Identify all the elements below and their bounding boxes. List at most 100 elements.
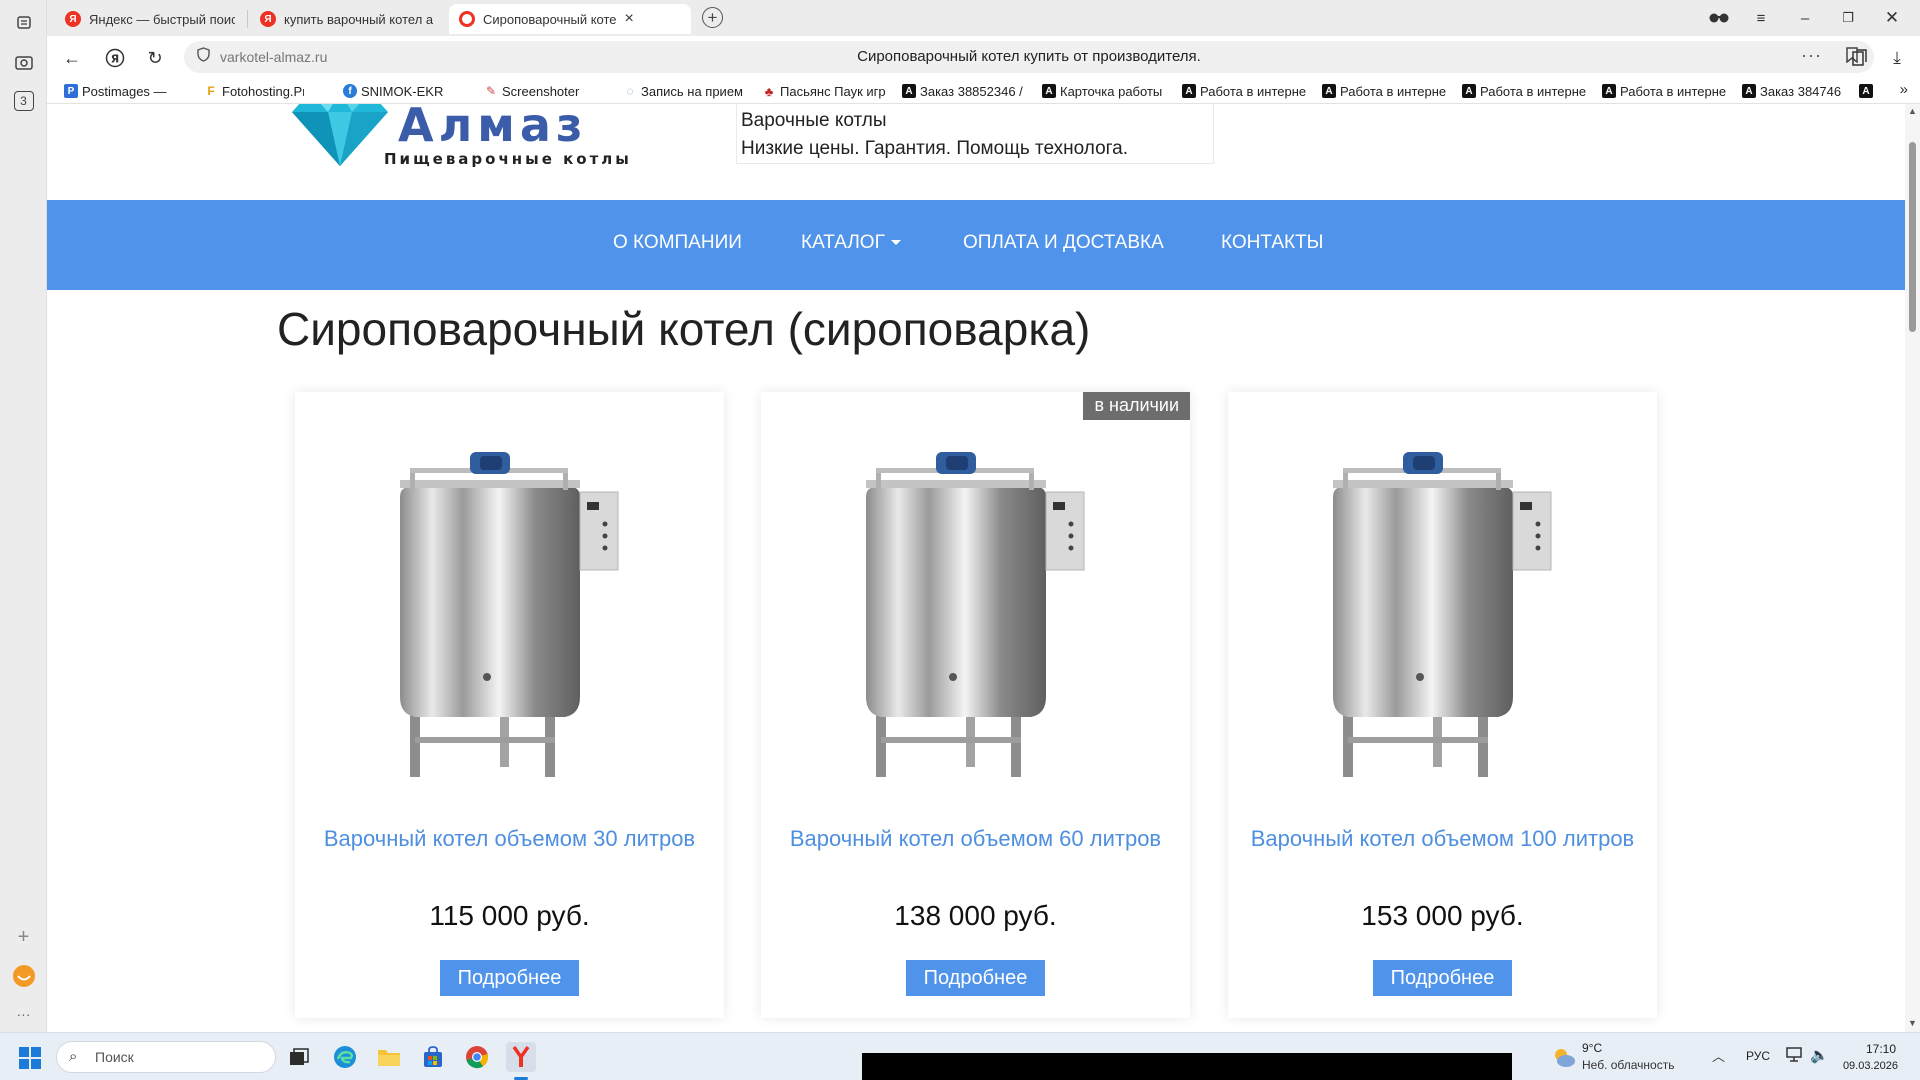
taskbar-overlay	[862, 1053, 1512, 1080]
bookmark-item[interactable]: A Заказ 38852346 /	[902, 82, 1032, 100]
network-icon[interactable]	[1785, 1046, 1803, 1066]
chrome-icon[interactable]	[462, 1042, 492, 1072]
site-logo[interactable]: Алмаз Пищеварочные котлы	[292, 104, 629, 172]
clock-date[interactable]: 09.03.2026	[1843, 1060, 1898, 1072]
nav-catalog[interactable]: КАТАЛОГ	[801, 232, 901, 254]
file-explorer-icon[interactable]	[374, 1042, 404, 1072]
search-icon: ⌕	[69, 1048, 78, 1065]
restore-icon[interactable]: ❐	[1835, 6, 1861, 30]
menu-icon[interactable]: ≡	[1748, 6, 1774, 30]
svg-text:Я: Я	[111, 53, 119, 66]
more-icon[interactable]: ···	[10, 1000, 37, 1027]
screenshot-icon[interactable]	[10, 48, 37, 75]
author24-icon: A	[1602, 84, 1616, 98]
input-language[interactable]: РУС	[1746, 1049, 1770, 1063]
author24-icon: A	[1322, 84, 1336, 98]
taskbar-search-box[interactable]: ⌕ Поиск	[56, 1041, 276, 1073]
address-bar[interactable]: varkotel-almaz.ru Сироповарочный котел к…	[184, 41, 1874, 73]
bookmark-item[interactable]: A Работа в интерне	[1322, 82, 1447, 100]
edge-icon[interactable]	[330, 1042, 360, 1072]
weather-description[interactable]: Неб. облачность	[1582, 1058, 1674, 1072]
details-button[interactable]: Подробнее	[1373, 960, 1512, 996]
bookmark-item[interactable]: fSNIMOK-EKRANA	[343, 82, 443, 100]
tab-title: Яндекс — быстрый поиск	[89, 11, 235, 27]
tray-chevron-up-icon[interactable]: ︿	[1712, 1046, 1725, 1065]
logo-wordmark: Алмаз	[398, 104, 588, 152]
tab-count-button[interactable]: 3	[10, 87, 37, 114]
back-icon[interactable]: ←	[59, 45, 85, 71]
nav-contacts[interactable]: КОНТАКТЫ	[1221, 232, 1324, 254]
tab-current-page[interactable]: Сироповарочный коте ×	[449, 4, 691, 34]
bookmark-item[interactable]: A Работа в интерне	[1602, 82, 1727, 100]
details-button[interactable]: Подробнее	[440, 960, 579, 996]
add-panel-icon[interactable]: +	[10, 924, 37, 951]
close-tab-icon[interactable]: ×	[625, 10, 634, 28]
snimok-icon: f	[343, 84, 357, 98]
bookmark-item[interactable]: A Карточка работы	[1042, 82, 1167, 100]
caret-down-icon	[890, 240, 901, 246]
author24-icon: A	[902, 84, 916, 98]
scroll-thumb[interactable]	[1909, 142, 1916, 332]
solitaire-icon: ♣	[762, 84, 776, 99]
tab-yandex-search[interactable]: Я Яндекс — быстрый поиск	[55, 4, 245, 34]
reload-icon[interactable]: ↻	[142, 45, 168, 71]
boiler-product-image[interactable]	[1318, 452, 1568, 782]
tabs-panel-icon[interactable]	[10, 8, 37, 35]
bookmark-item[interactable]: A	[1859, 82, 1879, 100]
address-bar-row: ← Я ↻ varkotel-almaz.ru Сироповарочный к…	[47, 36, 1920, 78]
shield-icon[interactable]	[197, 47, 210, 65]
page-actions-icon[interactable]: ···	[1801, 45, 1822, 66]
windows-start-icon[interactable]	[18, 1046, 42, 1070]
address-domain: varkotel-almaz.ru	[220, 49, 328, 65]
author24-icon: A	[1462, 84, 1476, 98]
store-icon[interactable]	[418, 1042, 448, 1072]
nav-payment-delivery[interactable]: ОПЛАТА И ДОСТАВКА	[963, 232, 1164, 254]
diamond-logo-icon	[292, 104, 388, 166]
weather-cloud-icon[interactable]	[1551, 1045, 1577, 1069]
bookmark-item[interactable]: FFotohosting.Pro -	[204, 82, 304, 100]
opera-icon	[459, 11, 475, 27]
yandex-home-icon[interactable]: Я	[102, 45, 128, 71]
nav-about[interactable]: О КОМПАНИИ	[613, 232, 742, 254]
task-view-icon[interactable]	[284, 1042, 314, 1072]
reading-mode-icon[interactable]	[1706, 6, 1732, 30]
product-price: 138 000 руб.	[894, 900, 1057, 931]
page-scrollbar[interactable]: ▲ ▼	[1905, 104, 1920, 1032]
bookmark-item[interactable]: ♣ Пасьянс Паук игр	[762, 82, 887, 100]
product-name-link[interactable]: Варочный котел объемом 100 литров	[1248, 826, 1637, 851]
product-price: 115 000 руб.	[429, 900, 590, 931]
bookmarks-overflow-icon[interactable]: »	[1900, 81, 1908, 98]
clock-time[interactable]: 17:10	[1866, 1042, 1896, 1056]
bookmark-item[interactable]: A Работа в интерне	[1182, 82, 1307, 100]
logo-subtitle: Пищеварочные котлы	[384, 150, 632, 168]
product-name-link[interactable]: Варочный котел объемом 60 литров	[781, 826, 1170, 851]
tab-strip: Я Яндекс — быстрый поиск Я купить варочн…	[47, 0, 1920, 36]
bookmark-item[interactable]: ◌ Запись на прием	[623, 82, 748, 100]
tab-title: купить варочный котел а	[284, 11, 434, 27]
bookmark-item[interactable]: A Работа в интерне	[1462, 82, 1587, 100]
tab-title: Сироповарочный коте	[483, 11, 617, 27]
alice-assistant-icon[interactable]	[10, 962, 37, 989]
bookmark-item[interactable]: PPostimages — бес	[64, 82, 168, 100]
weather-temperature[interactable]: 9°C	[1582, 1041, 1602, 1055]
minimize-icon[interactable]: –	[1792, 6, 1818, 30]
windows-taskbar: ⌕ Поиск 9°C Неб. облачность ︿ РУС 🔈 17:1…	[0, 1032, 1920, 1080]
close-window-icon[interactable]: ✕	[1879, 6, 1905, 30]
scroll-down-icon[interactable]: ▼	[1908, 1018, 1917, 1028]
collections-icon[interactable]	[1846, 44, 1874, 72]
yandex-browser-icon[interactable]	[506, 1042, 536, 1072]
postimages-icon: P	[64, 84, 78, 98]
product-name-link[interactable]: Варочный котел объемом 30 литров	[315, 826, 704, 851]
boiler-product-image[interactable]	[385, 452, 635, 782]
volume-icon[interactable]: 🔈	[1810, 1046, 1829, 1064]
scroll-up-icon[interactable]: ▲	[1908, 106, 1917, 116]
author24-icon: A	[1859, 84, 1873, 98]
boiler-product-image[interactable]	[851, 452, 1101, 782]
details-button[interactable]: Подробнее	[906, 960, 1045, 996]
downloads-icon[interactable]: ⤓	[1883, 44, 1911, 72]
bookmark-item[interactable]: ✎Screenshoter | An	[484, 82, 584, 100]
header-tagline: Варочные котлы Низкие цены. Гарантия. По…	[736, 104, 1214, 164]
bookmark-item[interactable]: A Заказ 384746	[1742, 82, 1847, 100]
new-tab-button[interactable]: +	[702, 7, 723, 28]
site-header: Алмаз Пищеварочные котлы Варочные котлы …	[47, 104, 1905, 200]
